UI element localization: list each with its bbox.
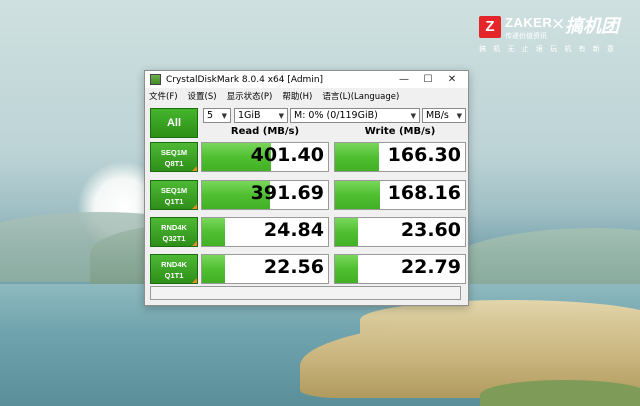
write-header: Write (MB/s): [364, 126, 436, 137]
minimize-button[interactable]: —: [392, 71, 416, 88]
title-bar[interactable]: CrystalDiskMark 8.0.4 x64 [Admin] — ☐ ✕: [145, 71, 468, 88]
menu-help[interactable]: 帮助(H): [282, 90, 312, 102]
write-result-cell: 22.79: [334, 254, 466, 284]
test-name: RND4K: [161, 260, 187, 269]
corner-marker: [192, 241, 197, 246]
test-button[interactable]: RND4K Q1T1: [150, 254, 198, 284]
test-params: Q1T1: [164, 271, 184, 280]
drive-select[interactable]: M: 0% (0/119GiB) ▼: [290, 108, 420, 123]
test-params: Q8T1: [164, 159, 184, 168]
write-progress-bar: [335, 181, 380, 209]
write-progress-bar: [335, 143, 380, 171]
test-button[interactable]: SEQ1M Q1T1: [150, 180, 198, 210]
read-progress-bar: [202, 218, 225, 246]
test-params: Q32T1: [162, 234, 186, 243]
grass-patch: [480, 380, 640, 406]
read-value: 391.69: [250, 182, 324, 204]
corner-marker: [192, 204, 197, 209]
unit-select[interactable]: MB/s ▼: [422, 108, 466, 123]
count-select[interactable]: 5 ▼: [203, 108, 231, 123]
test-name: SEQ1M: [160, 186, 188, 195]
menu-display[interactable]: 显示状态(P): [227, 90, 273, 102]
read-header: Read (MB/s): [230, 126, 300, 137]
read-result-cell: 24.84: [201, 217, 329, 247]
read-result-cell: 391.69: [201, 180, 329, 210]
read-value: 22.56: [263, 256, 324, 278]
maximize-button[interactable]: ☐: [416, 71, 440, 88]
app-icon: [150, 74, 161, 85]
unit-value: MB/s: [426, 110, 449, 121]
menu-bar: 文件(F) 设置(S) 显示状态(P) 帮助(H) 语言(L)(Language…: [145, 88, 468, 104]
partner-brand: 搞机团: [565, 16, 619, 37]
test-button[interactable]: RND4K Q32T1: [150, 217, 198, 247]
write-progress-bar: [335, 255, 359, 283]
drive-value: M: 0% (0/119GiB): [294, 110, 378, 121]
chevron-down-icon: ▼: [221, 112, 227, 120]
write-result-cell: 23.60: [334, 217, 466, 247]
cross-symbol: ×: [551, 14, 566, 34]
chevron-down-icon: ▼: [410, 112, 416, 120]
test-name: RND4K: [161, 223, 187, 232]
corner-marker: [192, 166, 197, 171]
menu-language[interactable]: 语言(L)(Language): [322, 90, 399, 102]
watermark-logo: Z ZAKER 传递价值资讯 × 搞机团 搞 机 无 止 境 玩 机 有 新 意: [479, 12, 629, 56]
write-result-cell: 166.30: [334, 142, 466, 172]
test-params: Q1T1: [164, 197, 184, 206]
write-value: 23.60: [400, 219, 461, 241]
write-value: 166.30: [387, 144, 461, 166]
status-bar: [150, 286, 461, 300]
chevron-down-icon: ▼: [456, 112, 462, 120]
read-value: 24.84: [263, 219, 324, 241]
size-value: 1GiB: [238, 110, 261, 121]
test-button[interactable]: SEQ1M Q8T1: [150, 142, 198, 172]
write-progress-bar: [335, 218, 359, 246]
zaker-brand: ZAKER: [505, 15, 553, 30]
menu-file[interactable]: 文件(F): [149, 90, 178, 102]
logo-tagline: 搞 机 无 止 境 玩 机 有 新 意: [479, 45, 617, 53]
all-button[interactable]: All: [150, 108, 198, 138]
read-result-cell: 22.56: [201, 254, 329, 284]
size-select[interactable]: 1GiB ▼: [234, 108, 288, 123]
count-value: 5: [207, 110, 214, 121]
test-name: SEQ1M: [160, 148, 188, 157]
write-result-cell: 168.16: [334, 180, 466, 210]
close-button[interactable]: ✕: [440, 71, 464, 88]
read-value: 401.40: [250, 144, 324, 166]
menu-settings[interactable]: 设置(S): [188, 90, 217, 102]
window-title: CrystalDiskMark 8.0.4 x64 [Admin]: [166, 74, 324, 85]
corner-marker: [192, 278, 197, 283]
zaker-subtitle: 传递价值资讯: [505, 32, 547, 40]
crystaldiskmark-window: CrystalDiskMark 8.0.4 x64 [Admin] — ☐ ✕ …: [144, 70, 469, 306]
zaker-logo-icon: Z: [479, 16, 501, 38]
read-result-cell: 401.40: [201, 142, 329, 172]
read-progress-bar: [202, 255, 225, 283]
chevron-down-icon: ▼: [278, 112, 284, 120]
write-value: 168.16: [387, 182, 461, 204]
write-value: 22.79: [400, 256, 461, 278]
